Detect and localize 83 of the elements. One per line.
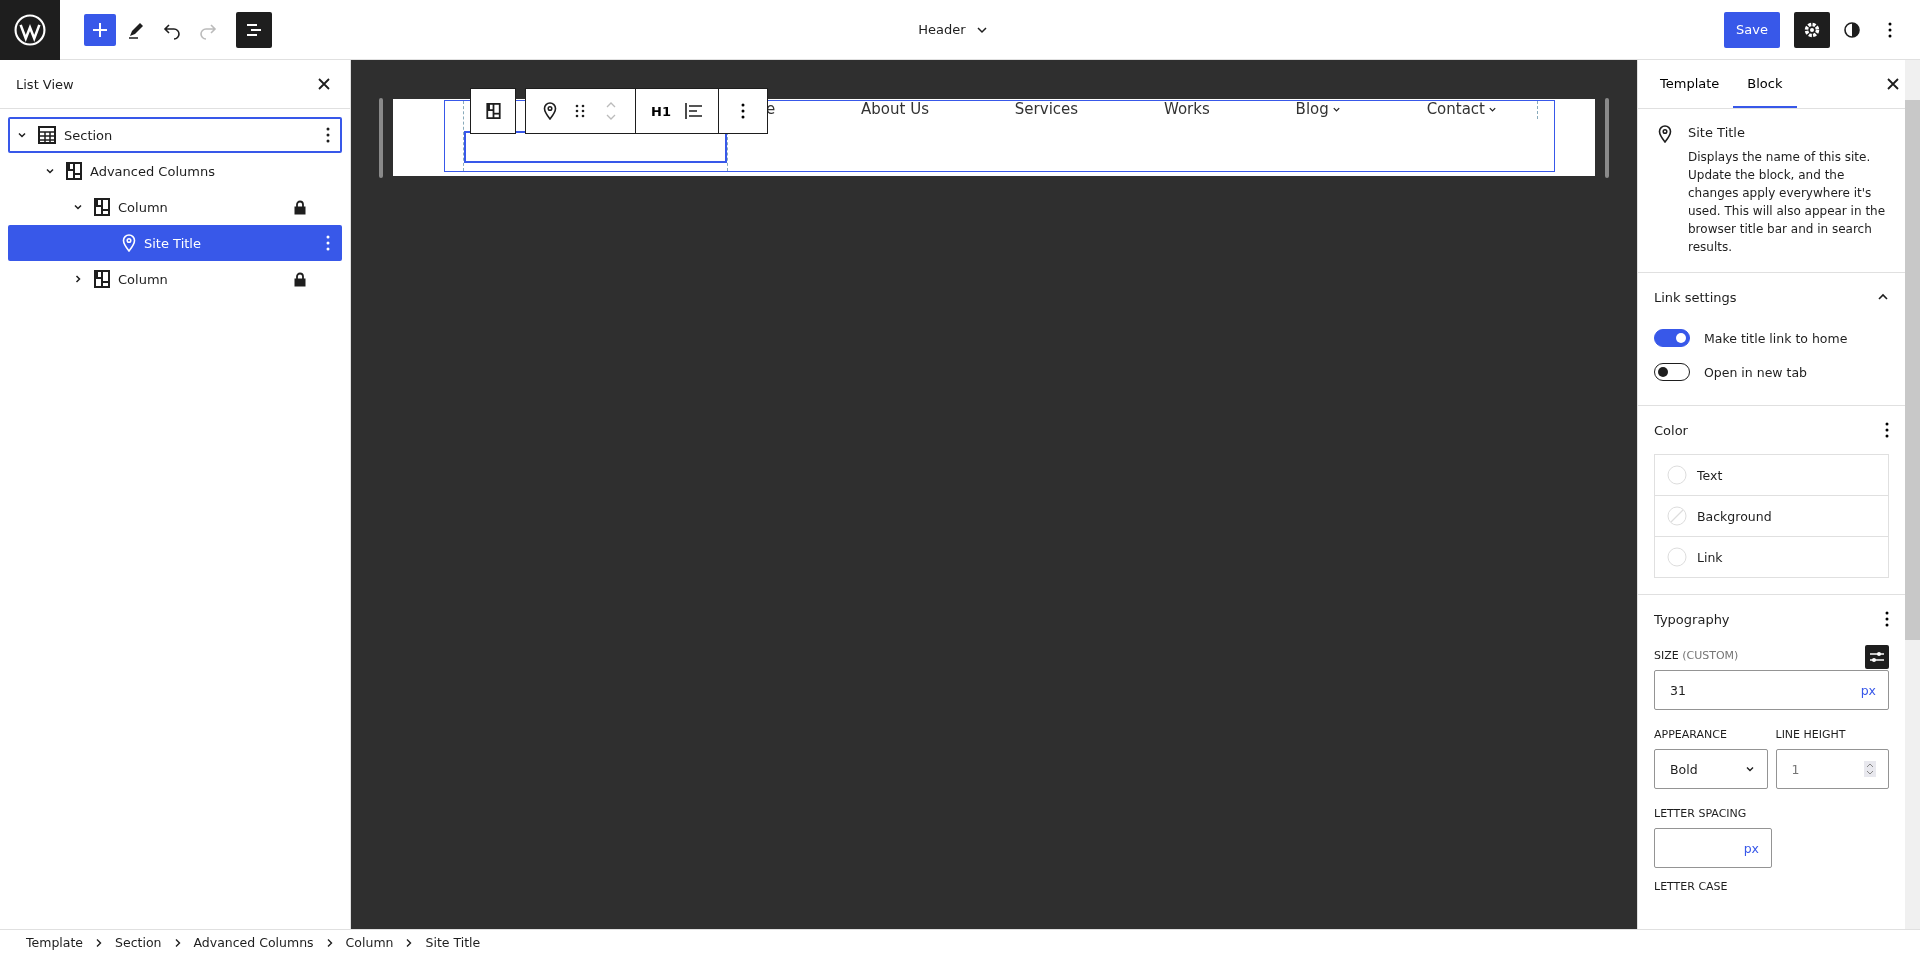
- panel-title: List View: [16, 76, 74, 92]
- chevron-icon[interactable]: [17, 130, 27, 140]
- list-view-button[interactable]: [236, 11, 272, 48]
- breadcrumb-link[interactable]: Advanced Columns: [193, 935, 314, 950]
- location-pin-icon: [1658, 125, 1672, 143]
- location-pin-icon: [122, 234, 136, 252]
- list-view-item[interactable]: Section: [8, 117, 342, 153]
- field-label: LETTER SPACING: [1654, 807, 1748, 820]
- chevron-icon[interactable]: [45, 166, 55, 176]
- lock-icon[interactable]: [294, 271, 306, 287]
- scrollbar[interactable]: [1905, 60, 1920, 929]
- list-view-item[interactable]: Column: [8, 261, 342, 297]
- color-option[interactable]: Text: [1655, 455, 1888, 496]
- save-button[interactable]: Save: [1724, 11, 1780, 48]
- list-view-item[interactable]: Site Title: [8, 225, 342, 261]
- field-label: LINE HEIGHT: [1775, 728, 1847, 741]
- toggle-label: Open in new tab: [1704, 364, 1808, 380]
- template-title-dropdown[interactable]: Header: [918, 22, 988, 37]
- field-label: LETTER CASE: [1654, 880, 1729, 893]
- block-name: Site Title: [1688, 125, 1746, 140]
- toggle-label: Make title link to home: [1704, 330, 1848, 346]
- toggle-switch[interactable]: [1654, 329, 1690, 347]
- chevron-icon[interactable]: [73, 202, 83, 212]
- toggle-switch[interactable]: [1654, 363, 1690, 381]
- nav-link[interactable]: Services: [1014, 100, 1079, 118]
- sidebar-tab[interactable]: Template: [1646, 60, 1734, 108]
- chevron-icon: [95, 937, 104, 948]
- nav-link[interactable]: Works: [1163, 100, 1210, 118]
- chevron-icon: [173, 937, 182, 948]
- breadcrumb-link[interactable]: Site Title: [425, 935, 481, 950]
- color-option[interactable]: Link: [1655, 537, 1888, 577]
- columns-icon: [66, 162, 82, 180]
- wordpress-logo[interactable]: [0, 0, 60, 60]
- item-label: Site Title: [144, 235, 202, 251]
- spinner-arrows-icon[interactable]: [1864, 761, 1876, 777]
- more-options-icon[interactable]: [741, 103, 745, 119]
- chevron-icon: [1744, 764, 1755, 774]
- resize-handle[interactable]: [379, 98, 383, 178]
- item-label: Column: [118, 199, 169, 215]
- drag-handle-icon[interactable]: [575, 104, 586, 118]
- more-options-icon[interactable]: [326, 127, 330, 143]
- item-label: Column: [118, 271, 169, 287]
- add-block-button[interactable]: [84, 13, 116, 46]
- breadcrumb-link[interactable]: Column: [345, 935, 394, 950]
- chevron-icon: [325, 937, 334, 948]
- section-title: Typography: [1654, 611, 1730, 627]
- align-left-icon[interactable]: [685, 103, 703, 119]
- section-title: Link settings: [1654, 289, 1737, 305]
- list-view-item[interactable]: Column: [8, 189, 342, 225]
- field-label: APPEARANCE: [1654, 728, 1728, 741]
- heading-level-button[interactable]: H1: [651, 103, 671, 119]
- lock-icon[interactable]: [294, 199, 306, 215]
- chevron-icon: [405, 937, 414, 948]
- columns-icon: [94, 270, 110, 288]
- item-label: Section: [64, 127, 114, 143]
- sidebar-tab[interactable]: Block: [1733, 60, 1797, 108]
- breadcrumb-link[interactable]: Section: [115, 935, 162, 950]
- table-icon: [38, 126, 56, 144]
- more-options-icon[interactable]: [1885, 422, 1889, 438]
- color-option[interactable]: Background: [1655, 496, 1888, 537]
- nav-link[interactable]: About Us: [861, 100, 929, 118]
- columns-icon: [485, 103, 501, 119]
- line-height-field[interactable]: 1: [1775, 749, 1889, 789]
- sliders-icon[interactable]: [1865, 644, 1889, 669]
- nav-link[interactable]: Contact: [1426, 100, 1497, 118]
- font-size-field[interactable]: 31 px: [1654, 670, 1889, 710]
- appearance-select[interactable]: Bold: [1654, 749, 1768, 789]
- columns-icon: [94, 198, 110, 216]
- list-view-item[interactable]: Advanced Columns: [8, 153, 342, 189]
- breadcrumb-link[interactable]: Template: [26, 935, 84, 950]
- letter-spacing-field[interactable]: px: [1654, 828, 1772, 868]
- location-pin-icon[interactable]: [543, 102, 558, 120]
- section-title: Color: [1654, 422, 1688, 438]
- block-description: Displays the name of this site. Update the block, and the changes apply everywhere it's used. This will also appear in the browser title bar and in search results.: [1688, 149, 1887, 256]
- field-label: SIZE (CUSTOM): [1654, 649, 1739, 662]
- resize-handle[interactable]: [1605, 98, 1609, 178]
- nav-link[interactable]: Blog: [1295, 100, 1341, 118]
- chevron-icon[interactable]: [73, 274, 83, 284]
- plus-icon: [91, 20, 109, 39]
- settings-icon[interactable]: [1794, 11, 1830, 48]
- block-parent-button[interactable]: [470, 88, 516, 134]
- more-options-icon[interactable]: [1885, 611, 1889, 627]
- item-label: Advanced Columns: [90, 163, 216, 179]
